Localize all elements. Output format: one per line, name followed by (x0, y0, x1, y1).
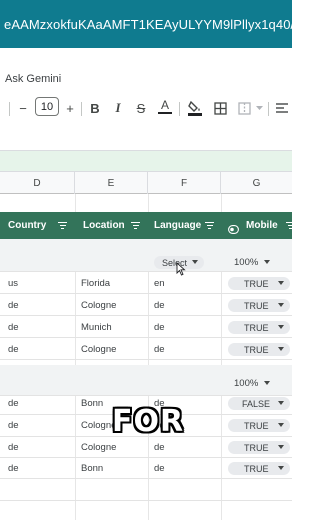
cell-language[interactable]: de (154, 344, 165, 355)
cell-location[interactable]: Munich (81, 322, 112, 333)
row-divider (0, 500, 292, 501)
cell-country[interactable]: de (8, 463, 19, 474)
mobile-value: TRUE (244, 278, 269, 289)
chevron-down-icon (278, 466, 284, 470)
align-icon[interactable] (274, 98, 290, 118)
video-caption: FOR (112, 404, 185, 439)
percent-value: 100% (234, 378, 259, 389)
toolbar-divider (268, 102, 269, 116)
cell-language[interactable]: de (154, 463, 165, 474)
merge-cells-icon[interactable] (236, 98, 252, 118)
header-mobile: Mobile (246, 220, 278, 231)
percent-dropdown[interactable]: 100% (234, 378, 271, 389)
chevron-down-icon (278, 303, 284, 307)
mobile-dropdown[interactable]: FALSE (228, 397, 290, 410)
fill-color-icon[interactable] (187, 98, 203, 118)
mobile-dropdown[interactable]: TRUE (228, 321, 290, 334)
cell-location[interactable]: Cologne (81, 442, 116, 453)
mobile-dropdown[interactable]: TRUE (228, 462, 290, 475)
row-divider (0, 478, 292, 479)
chevron-down-icon (278, 325, 284, 329)
cell-country[interactable]: de (8, 344, 19, 355)
mobile-dropdown[interactable]: TRUE (228, 299, 290, 312)
percent-value: 100% (234, 257, 259, 268)
chevron-down-icon (192, 260, 198, 264)
row-divider (0, 271, 292, 272)
row-divider (0, 315, 292, 316)
mobile-dropdown[interactable]: TRUE (228, 419, 290, 432)
cell-location[interactable]: Cologne (81, 344, 116, 355)
address-bar[interactable]: eAAMzxokfuKAaAMFT1KEAyULYYM9lPllyx1q40/e… (0, 0, 292, 48)
mobile-dropdown[interactable]: TRUE (228, 441, 290, 454)
chevron-down-icon (278, 423, 284, 427)
row-divider (0, 395, 292, 396)
toolbar-divider (179, 102, 180, 116)
cell-country[interactable]: de (8, 398, 19, 409)
selected-range-band (0, 150, 292, 172)
cell-location[interactable]: Bonn (81, 398, 103, 409)
row-divider (0, 457, 292, 458)
chevron-down-icon (278, 281, 284, 285)
mobile-value: TRUE (244, 344, 269, 355)
mobile-value: TRUE (244, 463, 269, 474)
font-size-input[interactable]: 10 (35, 97, 59, 116)
column-letter-d[interactable]: D (0, 172, 75, 194)
percent-dropdown[interactable]: 100% (234, 257, 271, 268)
cell-country[interactable]: de (8, 420, 19, 431)
mobile-value: TRUE (244, 322, 269, 333)
cell-language[interactable]: de (154, 322, 165, 333)
mobile-value: FALSE (242, 398, 271, 409)
chevron-down-icon (278, 401, 284, 405)
increase-font-size-button[interactable]: + (63, 98, 77, 118)
chevron-down-icon (278, 347, 284, 351)
toolbar-divider (9, 102, 10, 116)
borders-icon[interactable] (212, 98, 228, 118)
mobile-value: TRUE (244, 442, 269, 453)
italic-button[interactable]: I (111, 98, 125, 118)
strikethrough-button[interactable]: S (134, 98, 148, 118)
chevron-down-icon (264, 260, 271, 265)
ask-gemini-label[interactable]: Ask Gemini (5, 73, 61, 85)
chevron-down-icon (278, 445, 284, 449)
filter-icon[interactable] (131, 222, 140, 229)
filter-icon[interactable] (58, 222, 67, 229)
cell-country[interactable]: us (8, 278, 18, 289)
url-text: eAAMzxokfuKAaAMFT1KEAyULYYM9lPllyx1q40/e… (4, 17, 292, 32)
row-divider (0, 337, 292, 338)
format-toolbar: − 10 + B I S A (0, 94, 292, 122)
row-divider (0, 293, 292, 294)
cell-language[interactable]: de (154, 442, 165, 453)
column-header-bar: D E F G (0, 172, 292, 194)
cell-country[interactable]: de (8, 300, 19, 311)
filter-icon[interactable] (286, 222, 295, 229)
mobile-value: TRUE (244, 300, 269, 311)
chevron-down-icon (264, 381, 271, 386)
cell-country[interactable]: de (8, 322, 19, 333)
column-letter-e[interactable]: E (75, 172, 148, 194)
cell-location[interactable]: Cologne (81, 300, 116, 311)
filter-icon[interactable] (205, 222, 214, 229)
mouse-pointer-icon (176, 261, 186, 281)
decrease-font-size-button[interactable]: − (17, 98, 29, 118)
column-letter-f[interactable]: F (148, 172, 221, 194)
mobile-dropdown[interactable]: TRUE (228, 343, 290, 356)
row-divider (0, 359, 292, 360)
column-letter-g[interactable]: G (221, 172, 292, 194)
table-header-row: Country Location Language Mobile (0, 212, 295, 239)
mobile-dropdown[interactable]: TRUE (228, 277, 290, 290)
merge-dropdown-chevron-icon[interactable] (254, 98, 264, 118)
toolbar-divider (81, 102, 82, 116)
cell-language[interactable]: en (154, 278, 165, 289)
cell-country[interactable]: de (8, 442, 19, 453)
bold-button[interactable]: B (88, 98, 102, 118)
mobile-value: TRUE (244, 420, 269, 431)
cell-language[interactable]: de (154, 300, 165, 311)
text-color-button[interactable]: A (158, 98, 172, 114)
cell-location[interactable]: Bonn (81, 463, 103, 474)
cell-location[interactable]: Florida (81, 278, 110, 289)
